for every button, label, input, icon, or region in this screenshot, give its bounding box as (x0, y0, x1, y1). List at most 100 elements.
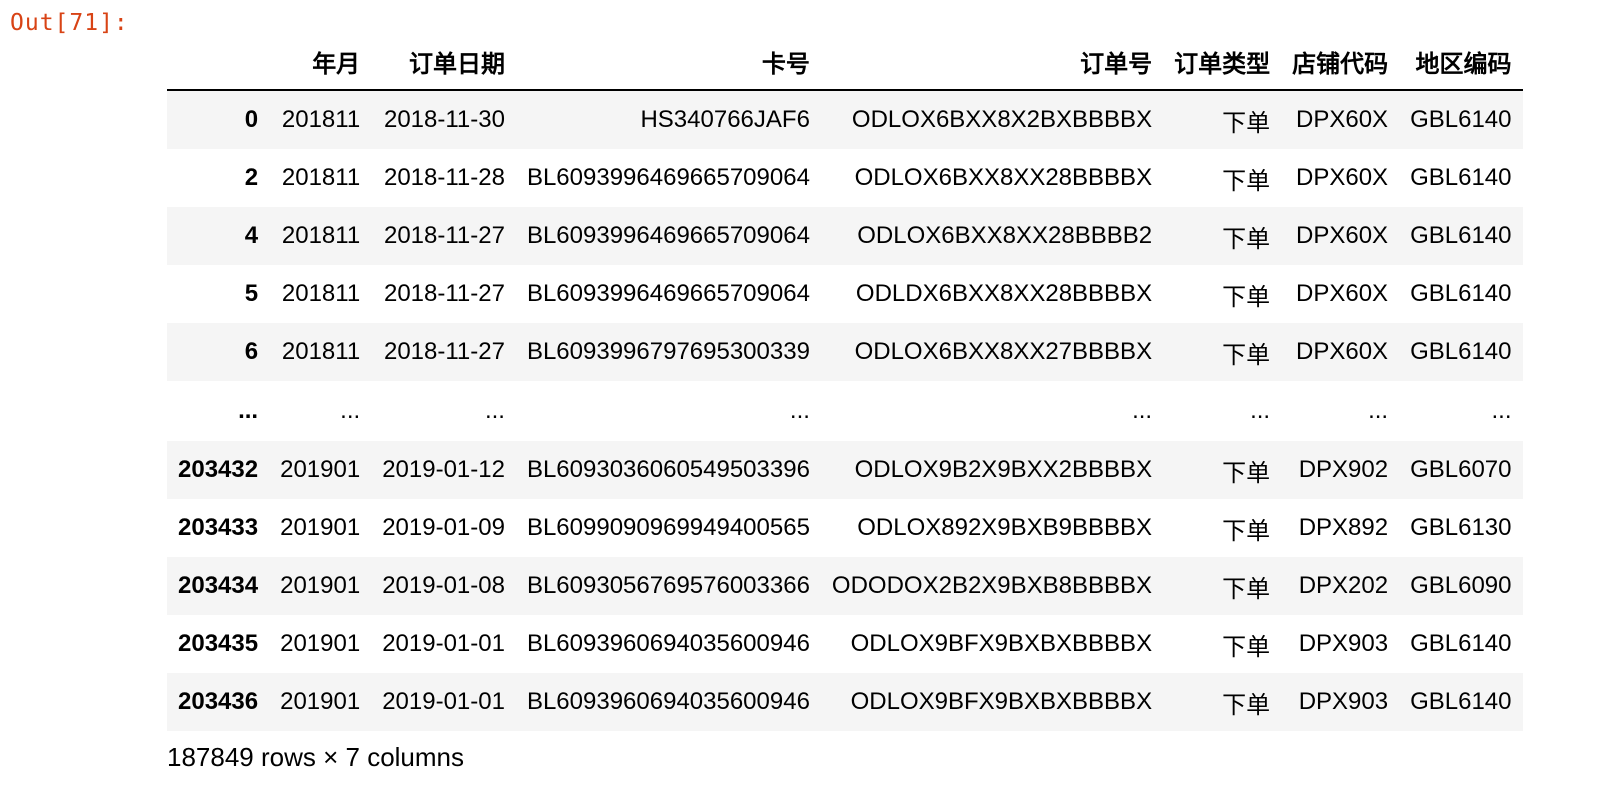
table-cell: DPX903 (1298, 630, 1389, 657)
table-cell: 下单 (1222, 341, 1271, 369)
table-cell: 2019-01-01 (382, 630, 505, 657)
table-cell: 2018-11-27 (383, 222, 505, 249)
table-cell: ODLOX9B2X9BXX2BBBBX (854, 456, 1153, 483)
table-row: 4 201811 2018-11-27 BL609399646966570906… (167, 207, 1523, 265)
table-cell: 下单 (1222, 225, 1271, 253)
table-cell: ODLOX6BXX8XX27BBBBX (854, 338, 1153, 365)
table-cell: GBL6140 (1410, 338, 1512, 365)
column-header: 年月 (269, 33, 372, 91)
table-cell: 201901 (280, 514, 361, 541)
table-row: 2 201811 2018-11-28 BL609399646966570906… (167, 149, 1523, 207)
row-index: 203432 (178, 456, 259, 483)
table-cell: ODLOX9BFX9BXBXBBBBX (850, 688, 1153, 715)
table-cell: BL6093056769576003366 (526, 572, 810, 599)
table-row: 5 201811 2018-11-27 BL609399646966570906… (167, 265, 1523, 323)
table-cell: DPX60X (1296, 222, 1389, 249)
table-cell: ODLOX6BXX8XX28BBBB2 (857, 222, 1153, 249)
table-cell: DPX892 (1298, 514, 1389, 541)
row-index: 203436 (178, 688, 259, 715)
table-cell: DPX60X (1296, 280, 1389, 307)
row-index: 6 (244, 338, 259, 365)
table-cell: 201901 (280, 572, 361, 599)
table-cell: 下单 (1222, 167, 1271, 195)
table-cell: BL6093996797695300339 (526, 338, 810, 365)
table-cell: DPX903 (1298, 688, 1389, 715)
table-cell: 201811 (281, 280, 361, 307)
table-cell: GBL6130 (1410, 514, 1512, 541)
table-row: 203434 201901 2019-01-08 BL6093056769576… (167, 557, 1523, 615)
table-cell: ... (1491, 397, 1512, 424)
table-cell: GBL6140 (1410, 280, 1512, 307)
table-cell: DPX202 (1298, 572, 1389, 599)
output-prompt: Out[71]: (10, 10, 129, 36)
table-cell: ... (1132, 397, 1153, 424)
table-cell: ODLOX892X9BXB9BBBBX (857, 514, 1153, 541)
table-cell: 下单 (1222, 517, 1271, 545)
row-index: 2 (244, 164, 259, 191)
dataframe-shape-summary: 187849 rows × 7 columns (167, 742, 465, 772)
table-cell: ODLDX6BXX8XX28BBBBX (855, 280, 1153, 307)
table-cell: 下单 (1222, 575, 1271, 603)
table-cell: ODLOX6BXX8XX28BBBBX (854, 164, 1153, 191)
table-cell: 201811 (281, 164, 361, 191)
table-cell: BL6093960694035600946 (526, 688, 810, 715)
table-body: 0 201811 2018-11-30 HS340766JAF6 ODLOX6B… (167, 90, 1523, 731)
table-cell: 2018-11-28 (383, 164, 505, 191)
column-header: 地区编码 (1399, 33, 1523, 91)
table-cell: 下单 (1222, 283, 1271, 311)
table-cell: BL6099090969949400565 (526, 514, 810, 541)
table-cell: 201901 (280, 630, 361, 657)
table-row: 6 201811 2018-11-27 BL609399679769530033… (167, 323, 1523, 381)
row-index: 203433 (178, 514, 259, 541)
table-row: 203436 201901 2019-01-01 BL6093960694035… (167, 673, 1523, 731)
table-row: 203432 201901 2019-01-12 BL6093036060549… (167, 441, 1523, 499)
table-cell: GBL6140 (1410, 164, 1512, 191)
table-cell: DPX902 (1298, 456, 1389, 483)
table-cell: 2019-01-09 (382, 514, 505, 541)
table-row: 203435 201901 2019-01-01 BL6093960694035… (167, 615, 1523, 673)
table-cell: 201901 (280, 456, 361, 483)
table-header: 年月 订单日期 卡号 订单号 订单类型 店铺代码 地区编码 (167, 33, 1523, 91)
table-cell: 2018-11-30 (383, 106, 505, 133)
dataframe-table: 年月 订单日期 卡号 订单号 订单类型 店铺代码 地区编码 0 201811 2… (167, 33, 1523, 731)
table-cell: BL6093996469665709064 (526, 222, 810, 249)
table-cell: ... (1368, 397, 1389, 424)
table-cell: 201811 (281, 222, 361, 249)
table-cell: 2019-01-01 (382, 688, 505, 715)
index-header (167, 33, 270, 91)
table-cell: ... (789, 397, 810, 424)
table-cell: GBL6070 (1410, 456, 1512, 483)
table-cell: 2019-01-08 (382, 572, 505, 599)
table-cell: ODLOX6BXX8X2BXBBBBX (851, 106, 1153, 133)
table-cell: ... (1250, 397, 1271, 424)
table-cell: HS340766JAF6 (640, 106, 810, 133)
table-cell: ... (484, 397, 505, 424)
table-cell: 下单 (1222, 691, 1271, 719)
table-cell: BL6093036060549503396 (526, 456, 810, 483)
table-cell: GBL6090 (1410, 572, 1512, 599)
table-cell: DPX60X (1296, 164, 1389, 191)
row-index: 203434 (178, 572, 259, 599)
row-index: 5 (244, 280, 259, 307)
column-header: 订单类型 (1163, 33, 1282, 91)
table-cell: 201901 (280, 688, 361, 715)
table-cell: BL6093960694035600946 (526, 630, 810, 657)
table-cell: GBL6140 (1410, 106, 1512, 133)
table-cell: 2018-11-27 (383, 280, 505, 307)
table-cell: 下单 (1222, 459, 1271, 487)
column-header: 卡号 (515, 33, 821, 91)
table-cell: ... (340, 397, 361, 424)
table-cell: 下单 (1222, 633, 1271, 661)
table-cell: 2019-01-12 (382, 456, 505, 483)
table-cell: GBL6140 (1410, 630, 1512, 657)
table-cell: DPX60X (1296, 106, 1389, 133)
ellipsis-row: ... ... ... ... ... ... ... ... (167, 381, 1523, 441)
table-cell: BL6093996469665709064 (526, 280, 810, 307)
table-row: 203433 201901 2019-01-09 BL6099090969949… (167, 499, 1523, 557)
header-row: 年月 订单日期 卡号 订单号 订单类型 店铺代码 地区编码 (167, 33, 1523, 91)
table-cell: ODODOX2B2X9BXB8BBBBX (831, 572, 1153, 599)
row-index: 4 (244, 222, 259, 249)
table-cell: ODLOX9BFX9BXBXBBBBX (850, 630, 1153, 657)
row-index: 203435 (178, 630, 259, 657)
column-header: 订单号 (820, 33, 1164, 91)
